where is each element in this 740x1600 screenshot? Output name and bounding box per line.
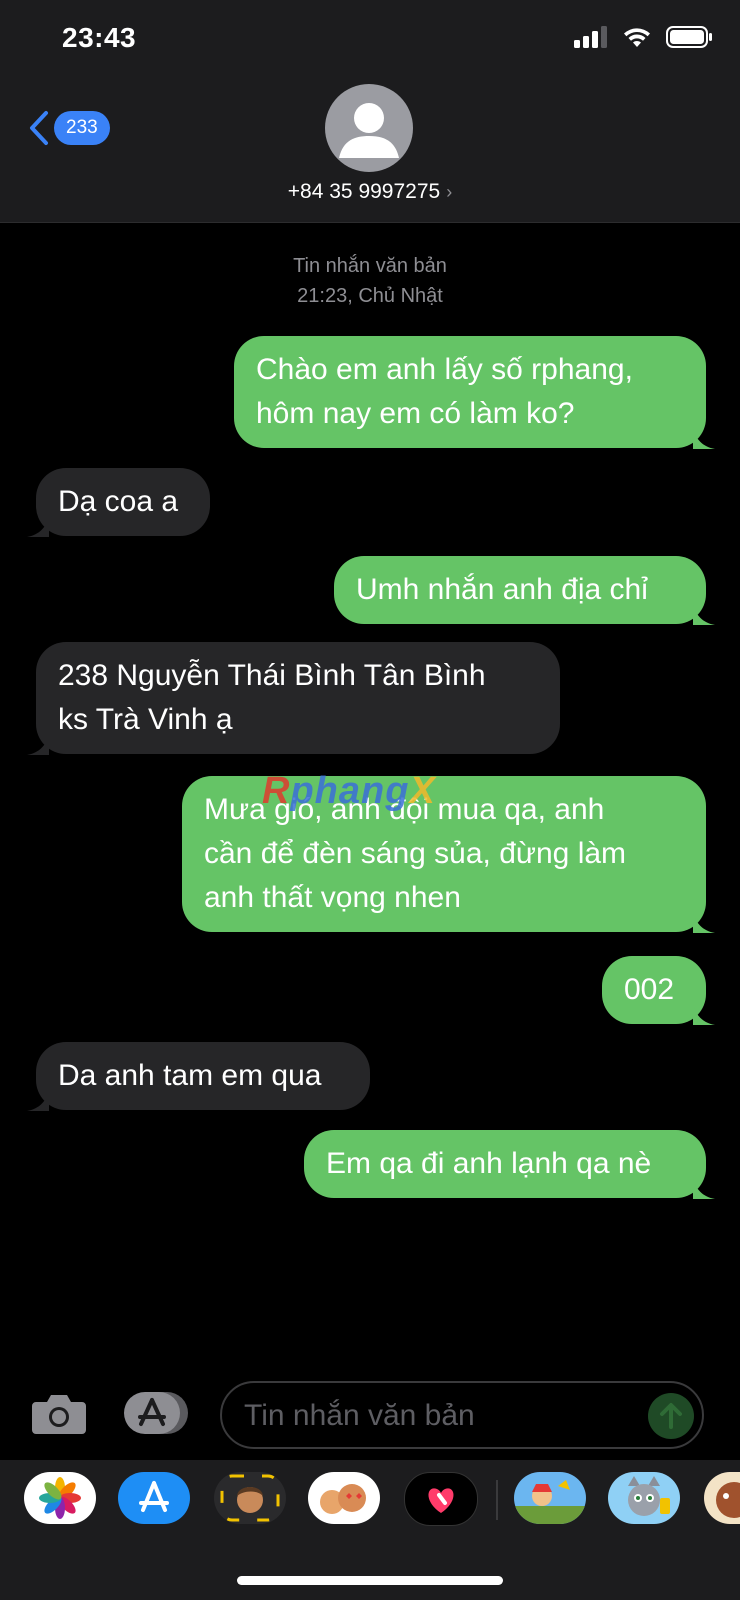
contact-avatar[interactable]	[325, 84, 413, 172]
status-time: 23:43	[62, 22, 137, 53]
conversation-header: 233 +84 35 9997275 ›	[0, 80, 740, 223]
bubble-tail	[693, 1177, 715, 1199]
photos-flower-icon	[39, 1477, 81, 1519]
message-line: hôm nay em có làm ko?	[256, 397, 575, 430]
message-timestamp: 21:23, Chủ Nhật	[297, 285, 443, 307]
bubble-tail	[693, 1003, 715, 1025]
message-bubble-outgoing[interactable]: 002	[602, 956, 715, 1025]
app-store-app-icon[interactable]	[118, 1472, 190, 1524]
watermark-part: X	[409, 770, 436, 812]
watermark-logo: RphangX	[262, 770, 436, 813]
bubble-tail	[693, 427, 715, 449]
message-bubble-outgoing[interactable]: Em qa đi anh lạnh qa nè	[304, 1130, 715, 1199]
memoji-stickers-icon	[320, 1484, 366, 1514]
message-line: Dạ coa a	[58, 485, 179, 518]
game-character-icon	[514, 1480, 586, 1524]
app-store-a-icon	[139, 1481, 169, 1512]
home-indicator[interactable]	[237, 1576, 503, 1585]
message-line: Em qa đi anh lạnh qa nè	[326, 1147, 652, 1180]
bubble-tail	[693, 603, 715, 625]
memoji-stickers-app-icon[interactable]	[308, 1472, 380, 1524]
game-app-icon-partial[interactable]	[704, 1472, 740, 1524]
battery-icon	[666, 26, 712, 48]
bubble-tail	[27, 733, 49, 755]
message-line: Umh nhắn anh địa chỉ	[356, 573, 648, 606]
digital-touch-app-icon[interactable]	[404, 1472, 478, 1526]
message-composer: Tin nhắn văn bản	[0, 1360, 740, 1460]
message-bubble-outgoing[interactable]: Mưa gió, anh đội mua qa, anh cần để đèn …	[182, 776, 715, 933]
status-icons	[574, 26, 712, 48]
message-input[interactable]: Tin nhắn văn bản	[220, 1381, 704, 1449]
signal-icon	[574, 26, 607, 48]
app-store-icon	[124, 1392, 188, 1434]
message-bubble-incoming[interactable]: Dạ coa a	[27, 468, 210, 537]
message-bubble-outgoing[interactable]: Chào em anh lấy số rphang, hôm nay em có…	[234, 336, 715, 449]
camera-icon	[32, 1395, 86, 1434]
bubble-tail	[27, 1089, 49, 1111]
arrow-up-icon	[660, 1403, 682, 1429]
bubble-tail	[693, 911, 715, 933]
message-bubble-incoming[interactable]: 238 Nguyễn Thái Bình Tân Bình ks Trà Vin…	[27, 642, 560, 755]
unread-count-badge: 233	[54, 111, 110, 145]
message-line: Chào em anh lấy số rphang,	[256, 353, 633, 386]
talking-tom-app-icon[interactable]	[608, 1472, 680, 1524]
back-button[interactable]: 233	[28, 110, 110, 146]
photos-app-icon[interactable]	[24, 1472, 96, 1524]
message-bubble-outgoing[interactable]: Umh nhắn anh địa chỉ	[334, 556, 715, 625]
watermark-part: R	[262, 770, 291, 812]
message-line: cần để đèn sáng sủa, đừng làm	[204, 837, 627, 870]
contact-number: +84 35 9997275	[287, 180, 441, 203]
message-line: Da anh tam em qua	[58, 1059, 322, 1092]
bubble-tail	[27, 515, 49, 537]
send-button[interactable]	[648, 1393, 694, 1439]
message-line: anh thất vọng nhen	[204, 881, 461, 914]
person-icon	[339, 103, 399, 158]
memoji-app-icon[interactable]	[214, 1472, 286, 1524]
animal-icon	[716, 1482, 740, 1518]
wifi-icon	[624, 28, 650, 47]
contact-name[interactable]: +84 35 9997275 ›	[0, 180, 740, 204]
app-drawer-divider	[496, 1480, 498, 1520]
cat-icon	[628, 1476, 670, 1516]
memoji-face-icon	[220, 1474, 280, 1522]
status-bar: 23:43	[0, 0, 740, 80]
message-line: 002	[624, 973, 675, 1006]
chevron-left-icon	[30, 111, 48, 145]
watermark-part: phang	[290, 770, 410, 812]
message-bubble-incoming[interactable]: Da anh tam em qua	[27, 1042, 370, 1111]
message-type-label: Tin nhắn văn bản	[293, 255, 447, 277]
app-store-drawer-button[interactable]	[124, 1390, 190, 1441]
message-input-placeholder: Tin nhắn văn bản	[244, 1399, 475, 1432]
chevron-right-icon: ›	[446, 182, 453, 202]
message-line: 238 Nguyễn Thái Bình Tân Bình	[58, 659, 486, 692]
message-line: ks Trà Vinh ạ	[58, 703, 233, 736]
heart-touch-icon	[428, 1488, 454, 1513]
camera-button[interactable]	[32, 1392, 86, 1439]
game-app-icon[interactable]	[514, 1472, 586, 1524]
